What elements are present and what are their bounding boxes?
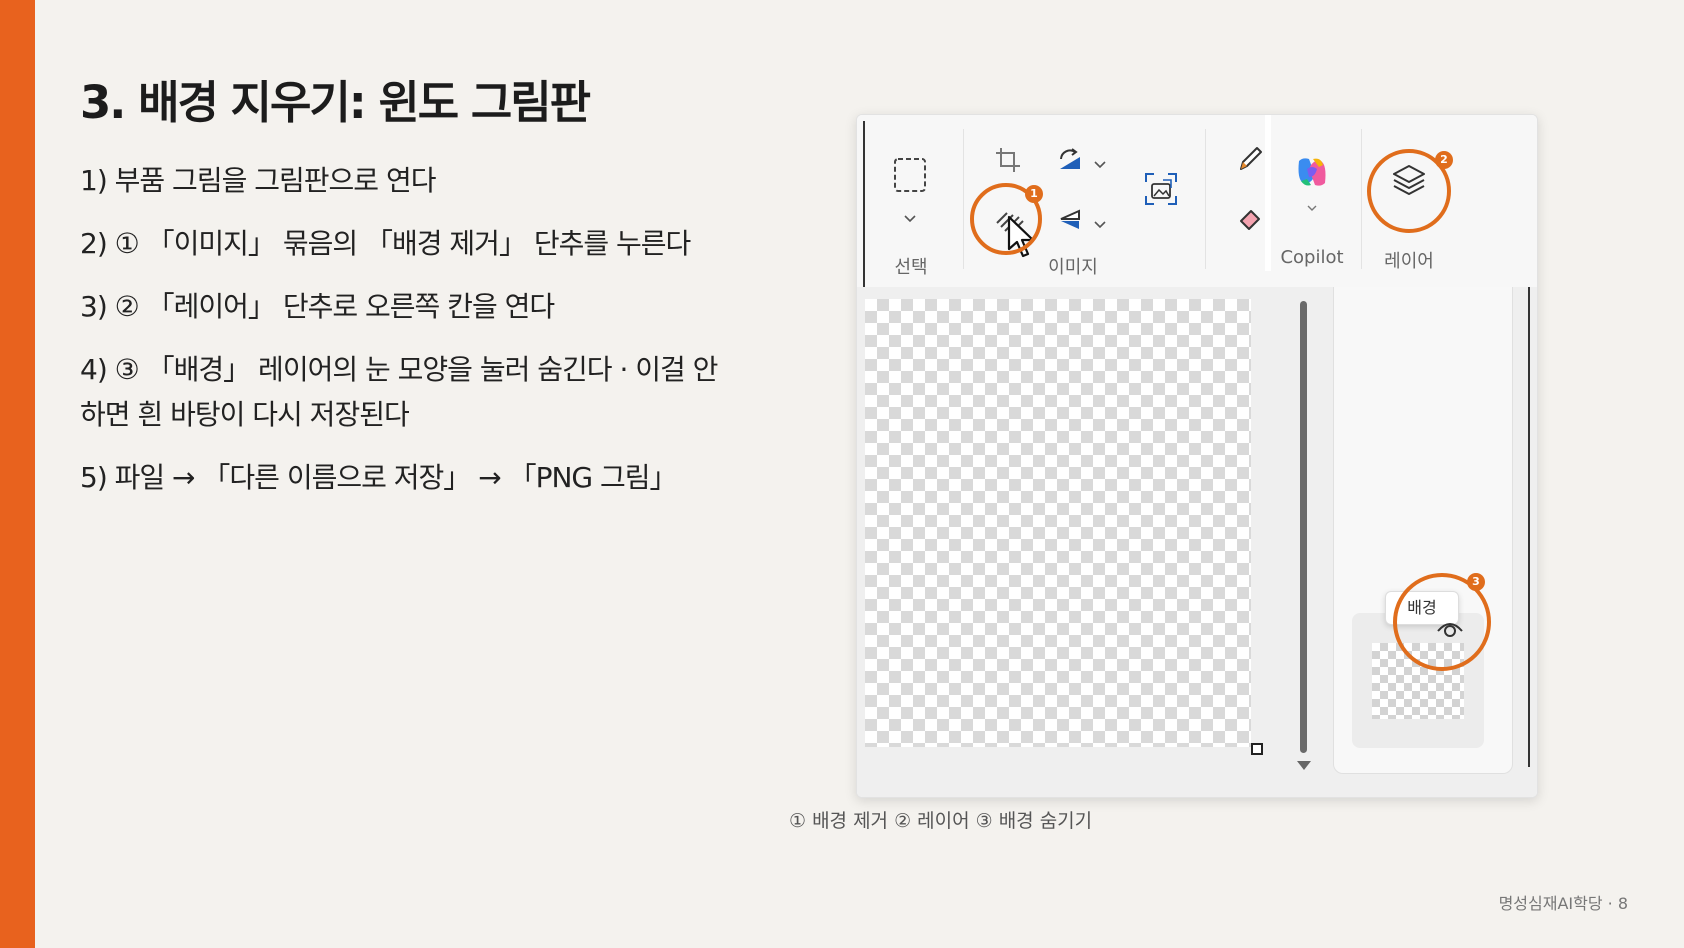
step-item: 3) ② 「레이어」 단추로 오른쪽 칸을 연다 [80,284,740,329]
chevron-down-icon[interactable] [1093,155,1107,174]
chevron-down-icon[interactable] [903,209,917,228]
accent-bar [0,0,35,948]
badge-1: 1 [1025,185,1043,203]
copilot-label: Copilot [1280,247,1344,268]
step-text: 1) 부품 그림을 그림판으로 연다 [80,164,436,197]
step-item: 5) 파일 → 「다른 이름으로 저장」 → 「PNG 그림」 [80,455,740,500]
copilot-icon[interactable] [1293,155,1331,193]
toolbar-separator [1361,129,1362,269]
step-text: 2) ① 「이미지」 묶음의 「배경 제거」 단추를 누른다 [80,227,691,260]
vertical-scrollbar[interactable] [1300,301,1307,753]
image-group-label: 이미지 [1048,257,1098,278]
step-list: 1) 부품 그림을 그림판으로 연다 2) ① 「이미지」 묶음의 「배경 제거… [80,158,740,518]
scroll-down-arrow-icon[interactable] [1297,761,1311,770]
canvas-resize-handle[interactable] [1251,743,1263,755]
toolbar-separator [963,129,964,269]
crop-icon[interactable] [995,147,1021,177]
step-text: 3) ② 「레이어」 단추로 오른쪽 칸을 연다 [80,290,555,323]
chevron-down-icon[interactable] [1093,215,1107,234]
select-group-label: 선택 [894,257,928,278]
paint-toolbar: 선택 이미지 Copilot 레이어 1 2 [857,115,1537,291]
step-item: 1) 부품 그림을 그림판으로 연다 [80,158,740,203]
toolbar-separator [1265,115,1271,271]
flip-icon[interactable] [1057,207,1083,237]
figure-caption: ① 배경 제거 ② 레이어 ③ 배경 숨기기 [789,810,1093,832]
transparent-canvas[interactable] [865,299,1251,747]
canvas-area: 배경 3 [857,287,1537,797]
step-text-continued: 하면 흰 바탕이 다시 저장된다 [80,398,410,431]
badge-2: 2 [1435,151,1453,169]
step-text: 5) 파일 → 「다른 이름으로 저장」 → 「PNG 그림」 [80,461,678,494]
resize-image-icon[interactable] [1143,171,1179,211]
chevron-down-icon[interactable] [1306,197,1318,216]
rect-select-icon[interactable] [893,157,927,197]
page-footer: 명성심재AI학당 · 8 [1498,894,1628,913]
step-text: 4) ③ 「배경」 레이어의 눈 모양을 눌러 숨긴다 · 이걸 안 [80,353,718,386]
toolbar-separator [1205,129,1206,269]
pencil-icon[interactable] [1237,145,1263,177]
step-item: 4) ③ 「배경」 레이어의 눈 모양을 눌러 숨긴다 · 이걸 안 하면 흰 … [80,347,740,437]
border-line [1528,287,1530,767]
border-line [863,121,865,291]
badge-3: 3 [1467,573,1485,591]
paint-screenshot: 선택 이미지 Copilot 레이어 1 2 배경 3 [856,114,1538,798]
layers-label: 레이어 [1384,251,1434,272]
eraser-icon[interactable] [1237,205,1265,235]
rotate-icon[interactable] [1057,147,1083,177]
slide-title: 3. 배경 지우기: 윈도 그림판 [80,76,591,129]
step-item: 2) ① 「이미지」 묶음의 「배경 제거」 단추를 누른다 [80,221,740,266]
